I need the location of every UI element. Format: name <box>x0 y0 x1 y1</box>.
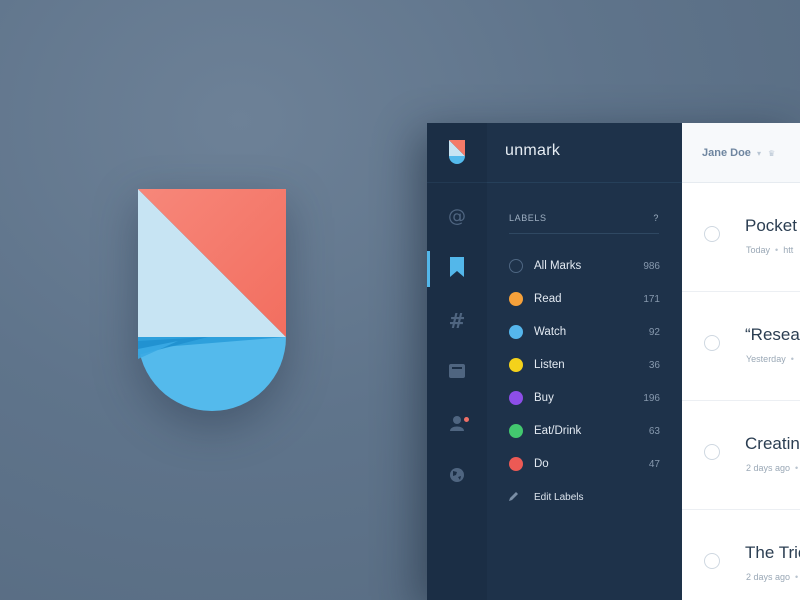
mark-title[interactable]: Creating <box>745 434 800 454</box>
label-name: All Marks <box>534 260 582 272</box>
user-name[interactable]: Jane Doe <box>702 147 751 159</box>
mark-checkbox[interactable] <box>704 444 720 460</box>
marks-header: Jane Doe ▾ ♛ <box>682 123 800 183</box>
mark-checkbox[interactable] <box>704 553 720 569</box>
label-item-do[interactable]: Do 47 <box>509 454 660 474</box>
labels-header: LABELS ? <box>509 213 659 223</box>
mark-item[interactable]: Creating 2 days ago • <box>682 401 800 510</box>
bookmark-icon <box>450 256 464 282</box>
rail-divider <box>427 182 487 183</box>
label-count: 36 <box>648 359 660 371</box>
meta-separator: • <box>795 463 799 473</box>
archive-icon <box>449 363 465 383</box>
shield-icon: ▾ <box>757 149 762 158</box>
label-item-buy[interactable]: Buy 196 <box>509 388 660 408</box>
mark-title[interactable]: “Resear <box>745 325 800 345</box>
label-item-read[interactable]: Read 171 <box>509 289 660 309</box>
label-name: Buy <box>534 392 554 404</box>
labels-divider <box>509 233 659 234</box>
label-item-eat-drink[interactable]: Eat/Drink 63 <box>509 421 660 441</box>
label-name: Listen <box>534 359 565 371</box>
label-dot <box>509 457 523 471</box>
globe-icon <box>449 467 465 488</box>
label-dot <box>509 391 523 405</box>
label-count: 171 <box>643 293 660 305</box>
meta-separator: • <box>790 354 794 364</box>
edit-labels-label: Edit Labels <box>534 491 584 503</box>
label-count: 986 <box>643 260 660 272</box>
pencil-icon <box>509 491 523 504</box>
label-name: Read <box>534 293 562 305</box>
label-item-watch[interactable]: Watch 92 <box>509 322 660 342</box>
label-dot <box>509 292 523 306</box>
label-name: Watch <box>534 326 567 338</box>
user-icon <box>449 415 465 436</box>
label-name: Do <box>534 458 549 470</box>
app-window: @ # unmark LABELS ? All Marks 986 Read 1… <box>427 123 800 600</box>
mark-title[interactable]: The Tric <box>745 543 800 563</box>
label-dot <box>509 325 523 339</box>
mark-item[interactable]: “Resear Yesterday • <box>682 292 800 401</box>
mark-checkbox[interactable] <box>704 226 720 242</box>
crown-icon: ♛ <box>768 149 776 158</box>
mark-checkbox[interactable] <box>704 335 720 351</box>
mark-date: Today <box>746 245 771 255</box>
label-item-all-marks[interactable]: All Marks 986 <box>509 256 660 276</box>
mark-date: 2 days ago <box>746 463 791 473</box>
rail-item-explore[interactable] <box>427 459 487 495</box>
rail-item-archive[interactable] <box>427 355 487 391</box>
labels-panel: unmark LABELS ? All Marks 986 Read 171 W… <box>487 123 742 600</box>
mark-date: Yesterday <box>746 354 786 364</box>
at-icon: @ <box>448 206 466 227</box>
edit-labels-button[interactable]: Edit Labels <box>509 489 583 505</box>
mark-domain: htt <box>783 245 794 255</box>
rail-item-people[interactable] <box>427 407 487 443</box>
rail-item-bookmarks[interactable] <box>427 251 487 287</box>
unmark-logo-large <box>138 189 286 411</box>
marks-panel: Jane Doe ▾ ♛ Pocket Today • htt “Resear Ye… <box>682 123 800 600</box>
mark-meta: 2 days ago • <box>746 463 800 473</box>
label-item-listen[interactable]: Listen 36 <box>509 355 660 375</box>
rail-item-tags[interactable]: # <box>427 303 487 339</box>
label-count: 47 <box>648 458 660 470</box>
label-dot <box>509 259 523 273</box>
rail-item-mentions[interactable]: @ <box>427 199 487 235</box>
mark-item[interactable]: Pocket Today • htt <box>682 183 800 292</box>
labels-help-button[interactable]: ? <box>653 213 659 223</box>
label-count: 196 <box>643 392 660 404</box>
label-name: Eat/Drink <box>534 425 582 437</box>
label-dot <box>509 358 523 372</box>
mark-title[interactable]: Pocket <box>745 216 797 236</box>
mark-meta: Yesterday • <box>746 354 799 364</box>
meta-separator: • <box>795 572 799 582</box>
mark-meta: Today • htt <box>746 245 793 255</box>
meta-separator: • <box>775 245 779 255</box>
notification-dot <box>464 417 469 422</box>
label-count: 92 <box>648 326 660 338</box>
label-dot <box>509 424 523 438</box>
app-name: unmark <box>505 142 561 159</box>
label-count: 63 <box>648 425 660 437</box>
panel-divider <box>487 182 682 183</box>
mark-date: 2 days ago <box>746 572 791 582</box>
unmark-logo-small[interactable] <box>449 140 465 164</box>
mark-item[interactable]: The Tric 2 days ago • <box>682 510 800 600</box>
icon-rail: @ # <box>427 123 488 600</box>
mark-meta: 2 days ago • <box>746 572 800 582</box>
labels-heading: LABELS <box>509 213 547 223</box>
hash-icon: # <box>448 309 466 333</box>
